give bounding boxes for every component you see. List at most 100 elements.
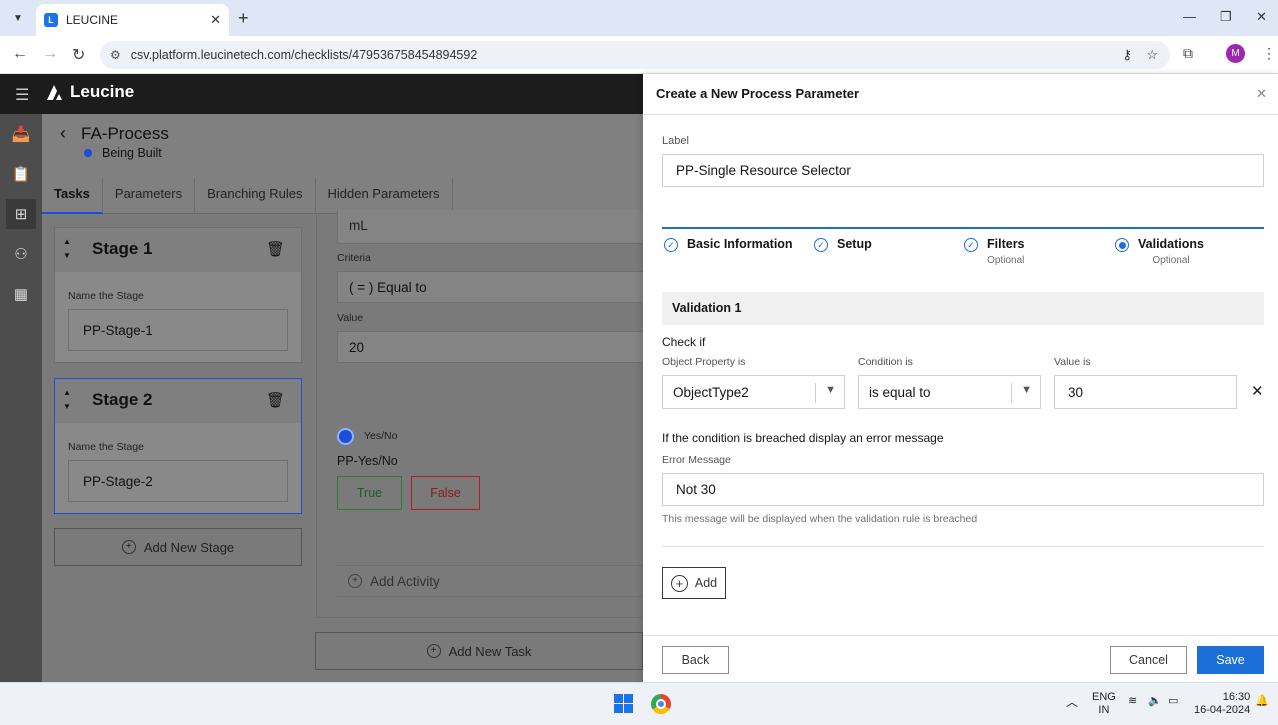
password-key-icon[interactable]: ⚷ [1122, 47, 1132, 63]
check-circle-icon: ✓ [964, 238, 978, 252]
unit-field[interactable]: mL [337, 210, 644, 244]
maximize-icon[interactable]: ❐ [1220, 9, 1232, 25]
process-header: ‹ FA-Process Being Built Tasks Parameter… [42, 114, 643, 214]
reload-icon[interactable]: ↻ [72, 45, 85, 65]
condition-select[interactable]: is equal to ▼ [858, 375, 1041, 409]
step-filters[interactable]: ✓ Filters Optional [964, 237, 1025, 266]
delete-stage-icon[interactable]: 🗑 [266, 240, 285, 258]
add-new-task-button[interactable]: + Add New Task [315, 632, 643, 670]
browser-tabstrip: ▼ L LEUCINE ✕ + — ❐ ✕ [0, 0, 1278, 36]
tab-close-icon[interactable]: ✕ [210, 12, 221, 28]
hierarchy-icon[interactable]: ⚇ [11, 244, 31, 264]
add-new-stage-button[interactable]: + Add New Stage [54, 528, 302, 566]
breach-text: If the condition is breached display an … [662, 431, 944, 445]
parameter-name: PP-Yes/No [337, 454, 398, 468]
cancel-button[interactable]: Cancel [1110, 646, 1187, 674]
main-content: ‹ FA-Process Being Built Tasks Parameter… [42, 114, 644, 682]
chrome-taskbar-icon[interactable] [651, 694, 671, 714]
true-option-button[interactable]: True [337, 476, 402, 510]
reorder-arrows-icon[interactable]: ▲ ▼ [63, 235, 71, 263]
remove-validation-icon[interactable]: ✕ [1251, 382, 1264, 400]
error-message-input[interactable]: Not 30 [662, 473, 1264, 506]
stage-card-2[interactable]: ▲ ▼ Stage 2 🗑 Name the Stage PP-Stage-2 [54, 378, 302, 514]
extensions-icon[interactable]: ⧉ [1183, 45, 1193, 62]
profile-avatar[interactable]: M [1226, 44, 1245, 63]
step-validations[interactable]: ● Validations Optional [1115, 237, 1204, 266]
step-setup[interactable]: ✓ Setup [814, 237, 872, 252]
site-info-icon[interactable]: ⚙ [110, 48, 121, 62]
helper-text: This message will be displayed when the … [662, 513, 978, 525]
battery-icon[interactable]: ▭ [1168, 695, 1178, 708]
condition-value: is equal to [869, 384, 931, 400]
tab-tasks[interactable]: Tasks [42, 178, 103, 214]
tray-chevron-up-icon[interactable]: ︿ [1066, 696, 1078, 709]
volume-icon[interactable]: 🔈 [1148, 695, 1162, 708]
stage-name-input[interactable]: PP-Stage-1 [68, 309, 288, 351]
status-text: Being Built [102, 146, 162, 160]
reorder-arrows-icon[interactable]: ▲ ▼ [63, 386, 71, 414]
wifi-icon[interactable]: ≋ [1128, 695, 1137, 708]
process-flow-icon[interactable]: ⊞ [6, 199, 36, 229]
leucine-favicon-icon: L [44, 13, 58, 27]
notification-bell-icon[interactable]: 🔔 [1255, 695, 1269, 708]
back-nav-icon[interactable]: ← [12, 45, 28, 63]
back-button[interactable]: Back [662, 646, 729, 674]
label-caption: Label [662, 135, 689, 147]
false-option-button[interactable]: False [411, 476, 480, 510]
value-is-input[interactable]: 30 [1054, 375, 1237, 409]
stage-title: Stage 2 [92, 390, 153, 409]
save-button[interactable]: Save [1197, 646, 1264, 674]
os-taskbar: ︿ ENG IN ≋ 🔈 ▭ 16:30 16-04-2024 🔔 [0, 682, 1278, 725]
inbox-icon[interactable]: 📥 [11, 124, 31, 144]
object-property-label: Object Property is [662, 356, 746, 368]
back-arrow-icon[interactable]: ‹ [60, 123, 66, 144]
value-input[interactable]: 20 [337, 331, 644, 363]
checklist-icon[interactable]: 📋 [11, 164, 31, 184]
minimize-icon[interactable]: — [1183, 9, 1196, 24]
add-activity-button[interactable]: + Add Activity [337, 565, 644, 597]
add-stage-label: Add New Stage [143, 539, 235, 555]
tab-parameters[interactable]: Parameters [103, 178, 196, 214]
step-basic-information[interactable]: ✓ Basic Information [664, 237, 793, 252]
forward-nav-icon[interactable]: → [42, 45, 58, 63]
hamburger-menu-icon[interactable]: ☰ [15, 85, 29, 105]
add-label: Add [694, 576, 718, 590]
window-close-icon[interactable]: ✕ [1256, 9, 1267, 25]
plus-circle-icon: + [670, 574, 688, 592]
close-icon[interactable]: ✕ [1256, 86, 1267, 102]
clock[interactable]: 16:30 16-04-2024 [1194, 691, 1250, 717]
criteria-select[interactable]: ( = ) Equal to [337, 271, 644, 303]
plus-circle-icon: + [121, 540, 136, 554]
add-validation-button[interactable]: + Add [662, 567, 726, 599]
chevron-down-icon[interactable]: ▼ [1021, 384, 1032, 396]
browser-menu-icon[interactable]: ⋮ [1262, 45, 1276, 62]
label-input[interactable]: PP-Single Resource Selector [662, 154, 1264, 187]
parameter-type-tag: Yes/No [364, 430, 398, 442]
stage-name-input[interactable]: PP-Stage-2 [68, 460, 288, 502]
tab-search-icon[interactable]: ▼ [8, 8, 28, 28]
browser-toolbar: ← → ↻ ⚙ csv.platform.leucinetech.com/che… [0, 36, 1278, 74]
language-indicator[interactable]: ENG IN [1092, 691, 1116, 717]
add-task-label: Add New Task [448, 643, 532, 659]
windows-start-icon[interactable] [614, 694, 633, 713]
object-property-select[interactable]: ObjectType2 ▼ [662, 375, 845, 409]
select-divider [1011, 383, 1012, 403]
tab-branching-rules[interactable]: Branching Rules [195, 178, 316, 214]
object-property-value: ObjectType2 [673, 384, 749, 400]
stage-card-1[interactable]: ▲ ▼ Stage 1 🗑 Name the Stage PP-Stage-1 [54, 227, 302, 363]
wizard-stepper: ✓ Basic Information ✓ Setup ✓ Filters Op… [662, 227, 1264, 271]
lang-top: ENG [1092, 691, 1116, 703]
new-tab-icon[interactable]: + [238, 8, 249, 28]
validation-heading: Validation 1 [662, 292, 1264, 325]
process-tabs: Tasks Parameters Branching Rules Hidden … [42, 178, 643, 214]
chevron-down-icon[interactable]: ▼ [825, 384, 836, 396]
plus-circle-icon: + [426, 644, 441, 658]
address-bar[interactable]: ⚙ csv.platform.leucinetech.com/checklist… [100, 41, 1170, 69]
check-if-text: Check if [662, 335, 706, 349]
delete-stage-icon[interactable]: 🗑 [266, 391, 285, 409]
add-activity-label: Add Activity [370, 573, 440, 589]
browser-tab[interactable]: L LEUCINE ✕ [36, 4, 229, 36]
bookmark-star-icon[interactable]: ☆ [1146, 47, 1158, 63]
tab-hidden-parameters[interactable]: Hidden Parameters [316, 178, 453, 214]
ontology-icon[interactable]: ▦ [11, 284, 31, 304]
